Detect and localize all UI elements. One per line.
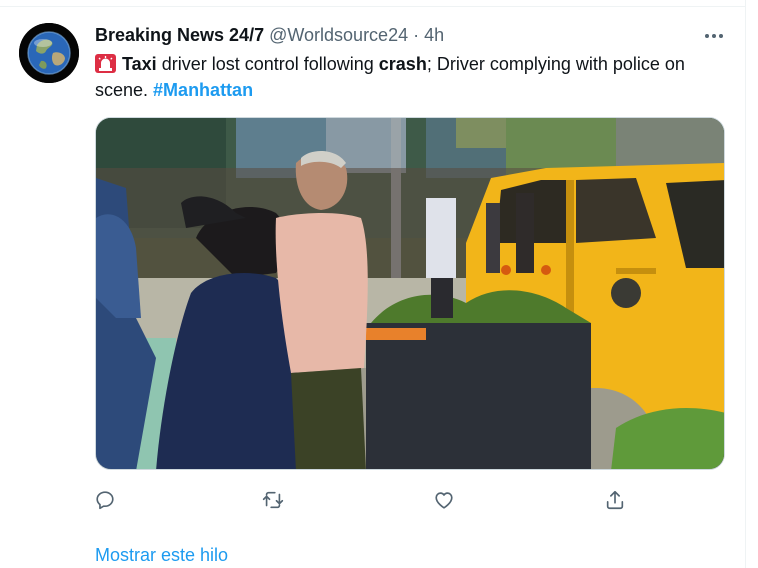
bold-word-crash: crash <box>378 54 427 74</box>
author-name[interactable]: Breaking News 24/7 <box>95 25 264 46</box>
top-divider <box>0 6 745 7</box>
tweet-text: Taxi driver lost control following crash… <box>95 51 725 103</box>
separator-dot: · <box>413 24 420 45</box>
more-options-icon[interactable] <box>700 25 728 47</box>
heart-icon <box>435 492 453 509</box>
reply-button[interactable] <box>90 485 120 515</box>
media-image[interactable] <box>95 117 725 470</box>
timestamp[interactable]: 4h <box>424 25 444 46</box>
police-siren-icon <box>95 54 116 73</box>
tweet-actions <box>95 485 635 515</box>
author-handle[interactable]: @Worldsource24 <box>269 25 408 46</box>
like-button[interactable] <box>429 485 459 515</box>
tweet-header: Breaking News 24/7 @Worldsource24 · 4h <box>95 24 444 46</box>
share-button[interactable] <box>600 485 630 515</box>
avatar[interactable] <box>19 23 79 83</box>
hashtag-link[interactable]: #Manhattan <box>153 80 253 100</box>
text-part-1: driver lost control following <box>156 54 379 74</box>
retweet-arrows-icon <box>262 491 284 509</box>
retweet-button[interactable] <box>258 485 288 515</box>
street-scene-image <box>96 118 724 469</box>
globe-avatar-image <box>19 23 79 83</box>
bold-word-taxi: Taxi <box>122 54 157 74</box>
column-divider <box>745 0 746 568</box>
upload-share-icon <box>606 490 624 510</box>
speech-bubble-icon <box>96 491 114 510</box>
show-thread-link[interactable]: Mostrar este hilo <box>95 545 228 566</box>
